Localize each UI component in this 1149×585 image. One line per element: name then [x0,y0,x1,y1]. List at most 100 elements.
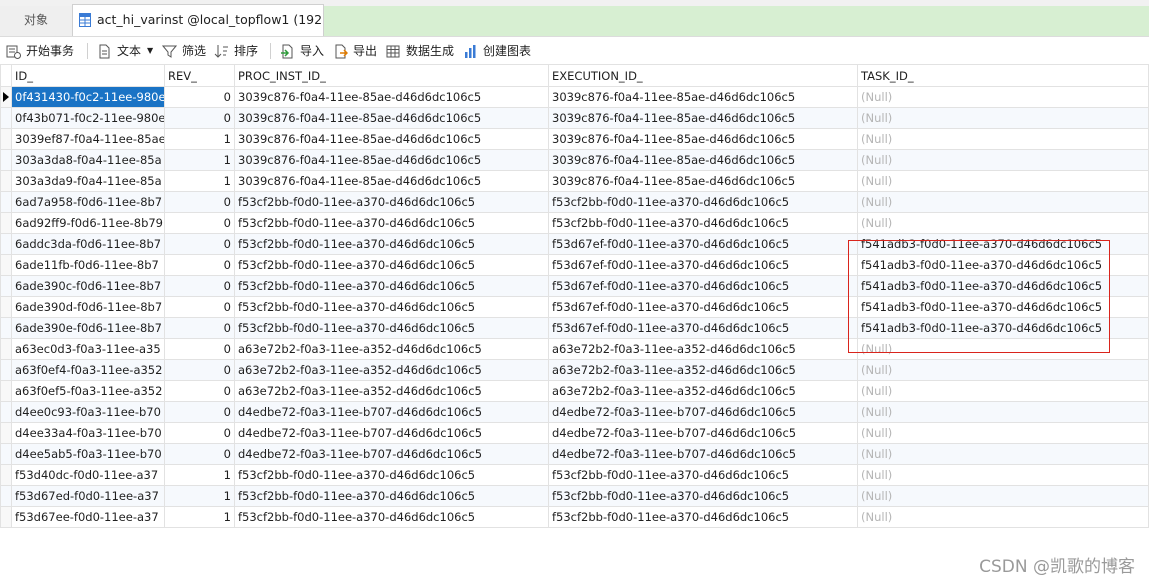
cell-execution-id[interactable]: f53d67ef-f0d0-11ee-a370-d46d6dc106c5 [548,254,858,276]
cell-proc-inst-id[interactable]: f53cf2bb-f0d0-11ee-a370-d46d6dc106c5 [234,191,549,213]
table-row[interactable]: 6ade11fb-f0d6-11ee-8b7 0 f53cf2bb-f0d0-11e… [0,254,1149,276]
cell-task-id[interactable]: (Null) [857,401,1149,423]
cell-task-id[interactable]: f541adb3-f0d0-11ee-a370-d46d6dc106c5 [857,254,1149,276]
begin-transaction-button[interactable]: 开始事务 [6,41,78,61]
cell-proc-inst-id[interactable]: 3039c876-f0a4-11ee-85ae-d46d6dc106c5 [234,149,549,171]
cell-rev[interactable]: 1 [164,149,235,171]
row-marker[interactable] [0,422,12,444]
column-header-proc-inst-id[interactable]: PROC_INST_ID_ [234,64,549,87]
cell-execution-id[interactable]: f53d67ef-f0d0-11ee-a370-d46d6dc106c5 [548,296,858,318]
table-row[interactable]: 6addc3da-f0d6-11ee-8b7 0 f53cf2bb-f0d0-11e… [0,233,1149,255]
cell-proc-inst-id[interactable]: f53cf2bb-f0d0-11ee-a370-d46d6dc106c5 [234,296,549,318]
cell-proc-inst-id[interactable]: f53cf2bb-f0d0-11ee-a370-d46d6dc106c5 [234,464,549,486]
cell-proc-inst-id[interactable]: f53cf2bb-f0d0-11ee-a370-d46d6dc106c5 [234,317,549,339]
row-marker[interactable] [0,464,12,486]
cell-task-id[interactable]: (Null) [857,464,1149,486]
cell-proc-inst-id[interactable]: a63e72b2-f0a3-11ee-a352-d46d6dc106c5 [234,359,549,381]
table-row[interactable]: 0f43b071-f0c2-11ee-980e 0 3039c876-f0a4-11… [0,107,1149,129]
cell-id[interactable]: 6ade11fb-f0d6-11ee-8b7 [11,254,165,276]
cell-proc-inst-id[interactable]: f53cf2bb-f0d0-11ee-a370-d46d6dc106c5 [234,254,549,276]
column-header-id[interactable]: ID_ [11,64,165,87]
cell-task-id[interactable]: (Null) [857,86,1149,108]
cell-rev[interactable]: 1 [164,485,235,507]
table-row[interactable]: 6ade390e-f0d6-11ee-8b7 0 f53cf2bb-f0d0-11e… [0,317,1149,339]
cell-rev[interactable]: 1 [164,170,235,192]
cell-execution-id[interactable]: f53cf2bb-f0d0-11ee-a370-d46d6dc106c5 [548,485,858,507]
table-row[interactable]: 6ad92ff9-f0d6-11ee-8b79 0 f53cf2bb-f0d0-11… [0,212,1149,234]
cell-execution-id[interactable]: d4edbe72-f0a3-11ee-b707-d46d6dc106c5 [548,401,858,423]
cell-execution-id[interactable]: 3039c876-f0a4-11ee-85ae-d46d6dc106c5 [548,170,858,192]
cell-task-id[interactable]: (Null) [857,485,1149,507]
column-header-execution-id[interactable]: EXECUTION_ID_ [548,64,858,87]
cell-rev[interactable]: 0 [164,401,235,423]
cell-proc-inst-id[interactable]: d4edbe72-f0a3-11ee-b707-d46d6dc106c5 [234,401,549,423]
row-marker[interactable] [0,338,12,360]
cell-id[interactable]: d4ee33a4-f0a3-11ee-b70 [11,422,165,444]
cell-execution-id[interactable]: f53cf2bb-f0d0-11ee-a370-d46d6dc106c5 [548,506,858,528]
cell-execution-id[interactable]: d4edbe72-f0a3-11ee-b707-d46d6dc106c5 [548,422,858,444]
row-marker[interactable] [0,506,12,528]
table-row[interactable]: d4ee5ab5-f0a3-11ee-b70 0 d4edbe72-f0a3-11e… [0,443,1149,465]
table-row[interactable]: a63ec0d3-f0a3-11ee-a35 0 a63e72b2-f0a3-11e… [0,338,1149,360]
table-row[interactable]: 3039ef87-f0a4-11ee-85ae 1 3039c876-f0a4-11… [0,128,1149,150]
table-row[interactable]: f53d40dc-f0d0-11ee-a37 1 f53cf2bb-f0d0-11e… [0,464,1149,486]
cell-execution-id[interactable]: 3039c876-f0a4-11ee-85ae-d46d6dc106c5 [548,107,858,129]
cell-rev[interactable]: 0 [164,107,235,129]
cell-proc-inst-id[interactable]: 3039c876-f0a4-11ee-85ae-d46d6dc106c5 [234,170,549,192]
table-row[interactable]: f53d67ee-f0d0-11ee-a37 1 f53cf2bb-f0d0-11e… [0,506,1149,528]
cell-id[interactable]: f53d40dc-f0d0-11ee-a37 [11,464,165,486]
cell-execution-id[interactable]: f53d67ef-f0d0-11ee-a370-d46d6dc106c5 [548,233,858,255]
sort-button[interactable]: 排序 [214,41,260,61]
row-marker[interactable] [0,254,12,276]
table-row[interactable]: 6ade390c-f0d6-11ee-8b7 0 f53cf2bb-f0d0-11e… [0,275,1149,297]
cell-proc-inst-id[interactable]: 3039c876-f0a4-11ee-85ae-d46d6dc106c5 [234,128,549,150]
row-marker[interactable] [0,296,12,318]
cell-id[interactable]: 303a3da8-f0a4-11ee-85a [11,149,165,171]
row-marker[interactable] [0,86,12,108]
cell-proc-inst-id[interactable]: f53cf2bb-f0d0-11ee-a370-d46d6dc106c5 [234,212,549,234]
text-button[interactable]: 文本 ▼ [97,41,155,61]
cell-task-id[interactable]: f541adb3-f0d0-11ee-a370-d46d6dc106c5 [857,317,1149,339]
cell-id[interactable]: 6ad92ff9-f0d6-11ee-8b79 [11,212,165,234]
cell-execution-id[interactable]: a63e72b2-f0a3-11ee-a352-d46d6dc106c5 [548,380,858,402]
row-marker[interactable] [0,191,12,213]
cell-rev[interactable]: 0 [164,296,235,318]
table-row[interactable]: 0f431430-f0c2-11ee-980e 0 3039c876-f0a4-11… [0,86,1149,108]
cell-execution-id[interactable]: d4edbe72-f0a3-11ee-b707-d46d6dc106c5 [548,443,858,465]
cell-rev[interactable]: 0 [164,233,235,255]
cell-id[interactable]: a63f0ef4-f0a3-11ee-a352 [11,359,165,381]
cell-id[interactable]: 3039ef87-f0a4-11ee-85ae [11,128,165,150]
cell-id[interactable]: 303a3da9-f0a4-11ee-85a [11,170,165,192]
cell-execution-id[interactable]: 3039c876-f0a4-11ee-85ae-d46d6dc106c5 [548,128,858,150]
cell-id[interactable]: f53d67ed-f0d0-11ee-a37 [11,485,165,507]
table-row[interactable]: a63f0ef5-f0a3-11ee-a352 0 a63e72b2-f0a3-11… [0,380,1149,402]
table-row[interactable]: a63f0ef4-f0a3-11ee-a352 0 a63e72b2-f0a3-11… [0,359,1149,381]
cell-proc-inst-id[interactable]: f53cf2bb-f0d0-11ee-a370-d46d6dc106c5 [234,485,549,507]
row-marker[interactable] [0,128,12,150]
cell-task-id[interactable]: (Null) [857,506,1149,528]
row-marker[interactable] [0,317,12,339]
table-row[interactable]: 303a3da8-f0a4-11ee-85a 1 3039c876-f0a4-11e… [0,149,1149,171]
table-row[interactable]: 6ad7a958-f0d6-11ee-8b7 0 f53cf2bb-f0d0-11e… [0,191,1149,213]
cell-id[interactable]: d4ee0c93-f0a3-11ee-b70 [11,401,165,423]
create-chart-button[interactable]: 创建图表 [463,41,535,61]
table-row[interactable]: d4ee0c93-f0a3-11ee-b70 0 d4edbe72-f0a3-11e… [0,401,1149,423]
cell-task-id[interactable]: (Null) [857,338,1149,360]
cell-proc-inst-id[interactable]: 3039c876-f0a4-11ee-85ae-d46d6dc106c5 [234,86,549,108]
cell-id[interactable]: 6ad7a958-f0d6-11ee-8b7 [11,191,165,213]
cell-task-id[interactable]: (Null) [857,191,1149,213]
filter-button[interactable]: 筛选 [162,41,208,61]
cell-rev[interactable]: 0 [164,359,235,381]
cell-proc-inst-id[interactable]: d4edbe72-f0a3-11ee-b707-d46d6dc106c5 [234,422,549,444]
cell-rev[interactable]: 0 [164,443,235,465]
cell-task-id[interactable]: (Null) [857,422,1149,444]
cell-task-id[interactable]: (Null) [857,212,1149,234]
cell-execution-id[interactable]: f53cf2bb-f0d0-11ee-a370-d46d6dc106c5 [548,464,858,486]
cell-task-id[interactable]: f541adb3-f0d0-11ee-a370-d46d6dc106c5 [857,233,1149,255]
cell-execution-id[interactable]: f53cf2bb-f0d0-11ee-a370-d46d6dc106c5 [548,212,858,234]
cell-rev[interactable]: 0 [164,422,235,444]
row-marker[interactable] [0,380,12,402]
cell-task-id[interactable]: (Null) [857,443,1149,465]
cell-id[interactable]: 6addc3da-f0d6-11ee-8b7 [11,233,165,255]
table-row[interactable]: 6ade390d-f0d6-11ee-8b7 0 f53cf2bb-f0d0-11e… [0,296,1149,318]
